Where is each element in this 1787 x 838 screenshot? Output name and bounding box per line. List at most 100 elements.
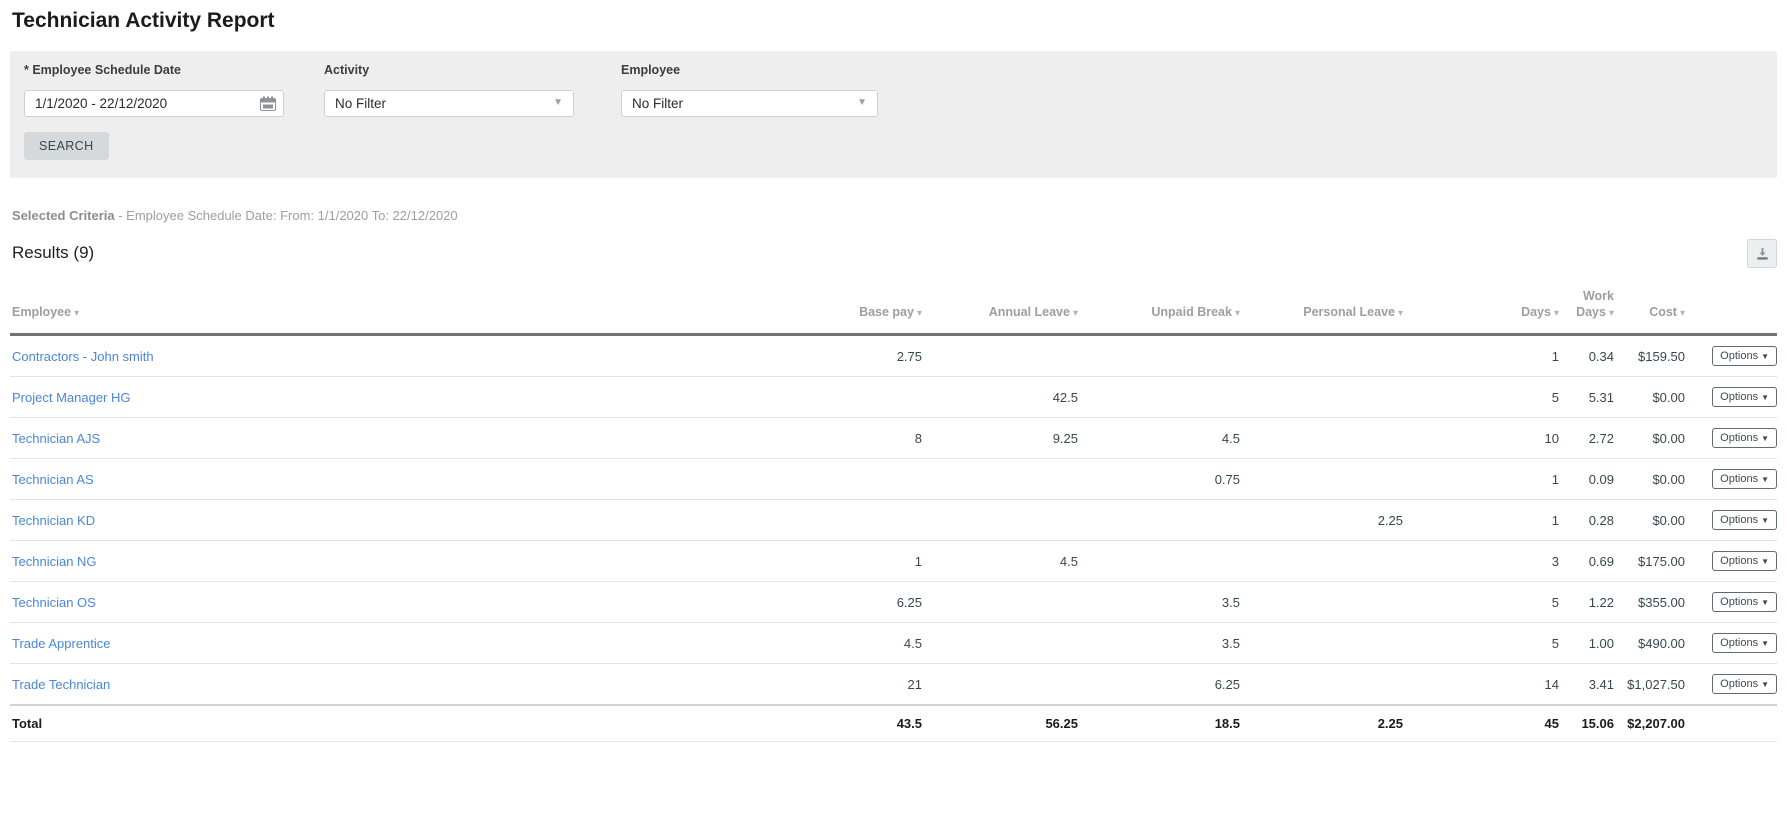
base-pay-cell: 8 [717,418,922,459]
options-button[interactable]: Options▼ [1712,551,1777,571]
total-work-days: 15.06 [1559,705,1614,742]
chevron-down-icon: ▼ [1761,639,1769,648]
sort-icon [1232,305,1240,319]
page: Technician Activity Report * Employee Sc… [0,0,1787,742]
cost-cell: $0.00 [1614,459,1685,500]
filter-group-schedule-date: * Employee Schedule Date [24,64,284,117]
options-button[interactable]: Options▼ [1712,674,1777,694]
employee-link[interactable]: Technician NG [12,554,97,569]
employee-link[interactable]: Trade Apprentice [12,636,111,651]
table-row: Technician AS 0.75 1 0.09 $0.00 Options▼ [10,459,1777,500]
days-cell: 14 [1403,664,1559,706]
unpaid-break-cell [1078,500,1240,541]
options-cell: Options▼ [1685,459,1777,500]
days-cell: 3 [1403,541,1559,582]
employee-cell: Technician OS [10,582,717,623]
employee-cell: Trade Technician [10,664,717,706]
employee-link[interactable]: Technician KD [12,513,95,528]
total-days: 45 [1403,705,1559,742]
base-pay-cell: 6.25 [717,582,922,623]
base-pay-cell: 21 [717,664,922,706]
sort-icon [1551,305,1559,319]
employee-link[interactable]: Technician AJS [12,431,100,446]
search-button[interactable]: SEARCH [24,132,109,160]
options-cell: Options▼ [1685,335,1777,377]
work-days-cell: 0.09 [1559,459,1614,500]
chevron-down-icon: ▼ [1761,516,1769,525]
options-button[interactable]: Options▼ [1712,633,1777,653]
table-header-row: Employee Base pay Annual Leave Unpaid Br… [10,282,1777,335]
options-cell: Options▼ [1685,500,1777,541]
table-row: Technician OS 6.25 3.5 5 1.22 $355.00 Op… [10,582,1777,623]
schedule-date-input[interactable] [24,90,284,117]
sort-icon [1395,305,1403,319]
unpaid-break-cell [1078,377,1240,418]
total-options-cell [1685,705,1777,742]
days-cell: 5 [1403,623,1559,664]
employee-link[interactable]: Project Manager HG [12,390,131,405]
employee-link[interactable]: Contractors - John smith [12,349,154,364]
sort-icon [1677,305,1685,319]
column-header-cost[interactable]: Cost [1614,282,1685,335]
results-bar: Results (9) [10,239,1777,268]
chevron-down-icon: ▼ [1761,352,1769,361]
work-days-cell: 5.31 [1559,377,1614,418]
chevron-down-icon: ▼ [1761,680,1769,689]
annual-leave-cell [922,623,1078,664]
work-days-cell: 3.41 [1559,664,1614,706]
selected-criteria: Selected Criteria - Employee Schedule Da… [10,208,1777,223]
column-header-employee[interactable]: Employee [10,282,717,335]
employee-cell: Trade Apprentice [10,623,717,664]
column-header-work-days[interactable]: Work Days [1559,282,1614,335]
options-cell: Options▼ [1685,541,1777,582]
options-button[interactable]: Options▼ [1712,510,1777,530]
cost-cell: $159.50 [1614,335,1685,377]
table-row: Trade Apprentice 4.5 3.5 5 1.00 $490.00 … [10,623,1777,664]
activity-select-value: No Filter [335,96,386,111]
column-header-annual-leave[interactable]: Annual Leave [922,282,1078,335]
table-row: Technician NG 1 4.5 3 0.69 $175.00 Optio… [10,541,1777,582]
annual-leave-cell [922,335,1078,377]
column-header-personal-leave[interactable]: Personal Leave [1240,282,1403,335]
employee-select[interactable]: No Filter ▼ [621,90,878,117]
total-personal-leave: 2.25 [1240,705,1403,742]
days-cell: 5 [1403,377,1559,418]
base-pay-cell [717,377,922,418]
base-pay-cell: 1 [717,541,922,582]
options-button[interactable]: Options▼ [1712,592,1777,612]
cost-cell: $0.00 [1614,377,1685,418]
personal-leave-cell [1240,377,1403,418]
activity-select[interactable]: No Filter ▼ [324,90,574,117]
sort-icon [71,305,79,319]
unpaid-break-cell: 4.5 [1078,418,1240,459]
column-header-days[interactable]: Days [1403,282,1559,335]
chevron-down-icon: ▼ [857,98,867,108]
total-base-pay: 43.5 [717,705,922,742]
employee-link[interactable]: Technician AS [12,472,94,487]
download-button[interactable] [1747,239,1777,268]
column-header-base-pay[interactable]: Base pay [717,282,922,335]
chevron-down-icon: ▼ [553,98,563,108]
employee-link[interactable]: Trade Technician [12,677,110,692]
calendar-icon[interactable] [260,96,276,111]
options-button[interactable]: Options▼ [1712,346,1777,366]
annual-leave-cell [922,500,1078,541]
total-label-cell: Total [10,705,717,742]
chevron-down-icon: ▼ [1761,598,1769,607]
options-button[interactable]: Options▼ [1712,428,1777,448]
total-row: Total 43.5 56.25 18.5 2.25 45 15.06 $2,2… [10,705,1777,742]
chevron-down-icon: ▼ [1761,393,1769,402]
options-button[interactable]: Options▼ [1712,469,1777,489]
unpaid-break-cell [1078,335,1240,377]
work-days-cell: 0.28 [1559,500,1614,541]
options-button[interactable]: Options▼ [1712,387,1777,407]
days-cell: 10 [1403,418,1559,459]
annual-leave-cell: 4.5 [922,541,1078,582]
unpaid-break-cell: 3.5 [1078,623,1240,664]
personal-leave-cell [1240,418,1403,459]
employee-link[interactable]: Technician OS [12,595,96,610]
filter-panel: * Employee Schedule Date Activity [10,51,1777,178]
table-row: Technician KD 2.25 1 0.28 $0.00 Options▼ [10,500,1777,541]
column-header-unpaid-break[interactable]: Unpaid Break [1078,282,1240,335]
table-row: Trade Technician 21 6.25 14 3.41 $1,027.… [10,664,1777,706]
